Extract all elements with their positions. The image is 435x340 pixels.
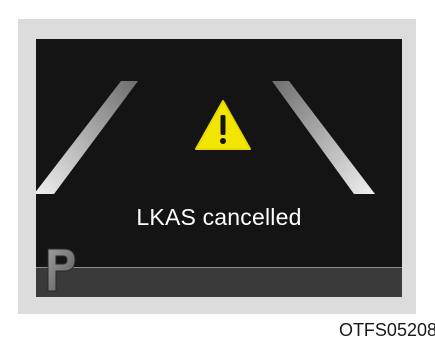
warning-triangle-icon (195, 100, 251, 150)
bottom-status-bar (36, 267, 402, 297)
left-lane-line (36, 81, 138, 194)
gear-indicator-label: P (44, 245, 45, 246)
figure-code: OTFS05208 (338, 320, 435, 340)
right-lane-line (272, 81, 375, 194)
park-gear-icon: P (44, 245, 76, 292)
cluster-display: LKAS cancelled P (36, 39, 402, 297)
lane-markings (36, 81, 375, 194)
status-message: LKAS cancelled (136, 204, 302, 230)
